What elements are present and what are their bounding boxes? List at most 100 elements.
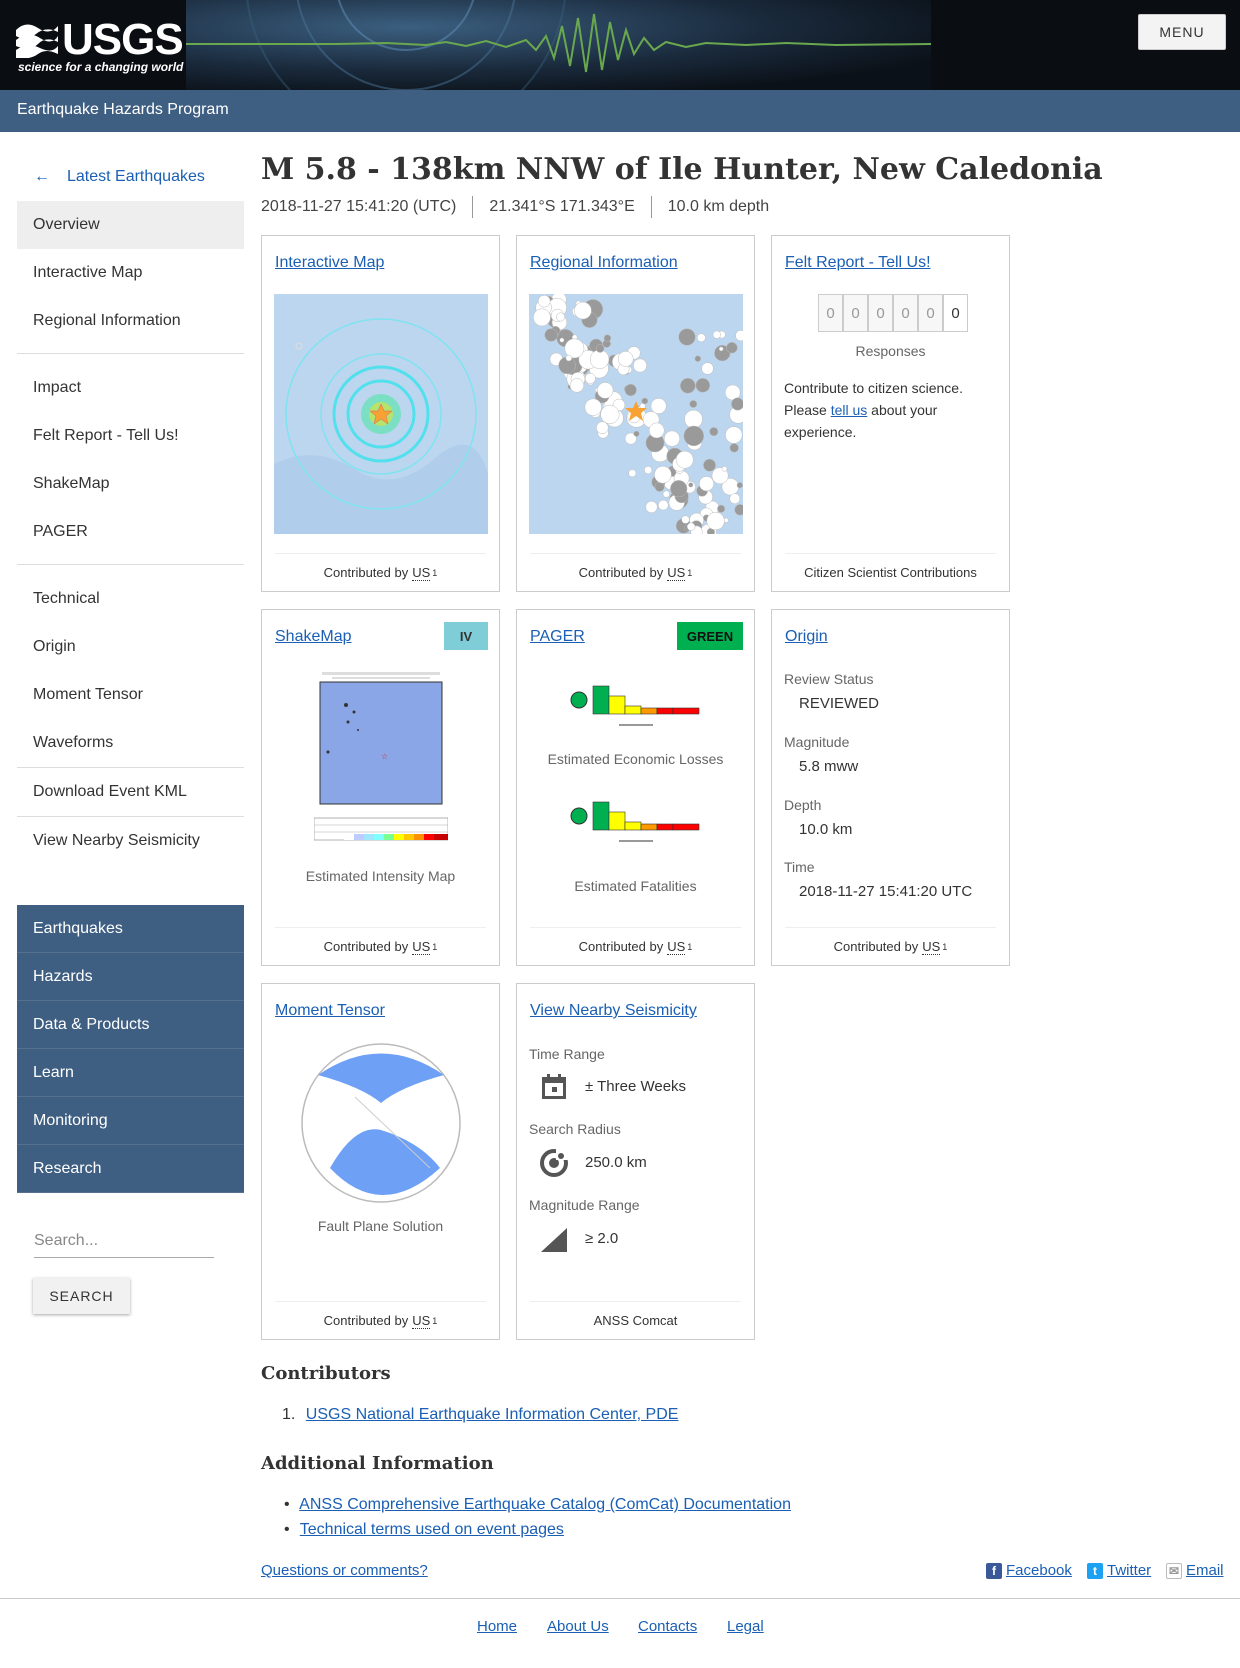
sidebar-item-nearby-seismicity[interactable]: View Nearby Seismicity	[17, 817, 244, 865]
sidebar-item-felt-report[interactable]: Felt Report - Tell Us!	[17, 412, 244, 460]
calendar-icon	[542, 1074, 566, 1099]
footer-legal-link[interactable]: Legal	[727, 1618, 764, 1635]
historic-earthquake-marker	[644, 466, 653, 475]
regional-information-link[interactable]: Regional Information	[530, 254, 678, 272]
pager-link[interactable]: PAGER	[530, 628, 585, 646]
menu-button[interactable]: MENU	[1138, 14, 1226, 50]
contributor-code: US	[667, 938, 686, 955]
footer-contacts-link[interactable]: Contacts	[638, 1618, 697, 1635]
back-label: Latest Earthquakes	[67, 168, 205, 185]
share-email[interactable]: ✉ Email	[1166, 1562, 1224, 1579]
review-status-value: REVIEWED	[799, 695, 880, 712]
event-time: 2018-11-27 15:41:20 (UTC)	[261, 198, 457, 215]
shakemap-thumbnail[interactable]: ☆	[314, 670, 448, 854]
historic-earthquake-marker	[628, 469, 637, 478]
card-footer: Contributed by US 1	[785, 927, 996, 965]
site-nav-research[interactable]: Research	[17, 1145, 244, 1193]
technical-terms-link[interactable]: Technical terms used on event pages	[300, 1521, 564, 1538]
contributor-code: US	[412, 938, 431, 955]
questions-link[interactable]: Questions or comments?	[261, 1562, 428, 1579]
search-input[interactable]	[34, 1224, 214, 1258]
additional-item: • Technical terms used on event pages	[284, 1521, 564, 1539]
origin-link[interactable]: Origin	[785, 628, 828, 646]
regional-seismicity-thumbnail[interactable]	[529, 294, 743, 534]
beachball-diagram[interactable]	[300, 1042, 462, 1204]
sidebar-item-waveforms[interactable]: Waveforms	[17, 719, 244, 767]
intensity-badge: IV	[444, 622, 488, 650]
historic-earthquake-marker	[574, 301, 592, 320]
historic-earthquake-marker	[639, 403, 646, 410]
twitter-icon: t	[1087, 1562, 1103, 1579]
site-nav-earthquakes[interactable]: Earthquakes	[17, 905, 244, 953]
tell-us-link[interactable]: tell us	[831, 402, 868, 418]
site-nav-data-products[interactable]: Data & Products	[17, 1001, 244, 1049]
footer-home-link[interactable]: Home	[477, 1618, 517, 1635]
seismogram-banner	[186, 0, 931, 90]
site-nav-hazards[interactable]: Hazards	[17, 953, 244, 1001]
fault-plane-caption: Fault Plane Solution	[317, 1218, 444, 1234]
sidebar-item-download-kml[interactable]: Download Event KML	[17, 768, 244, 816]
historic-earthquake-marker	[696, 333, 706, 343]
felt-report-card: Felt Report - Tell Us! 0 0 0 0 0 0 Respo…	[771, 235, 1010, 592]
response-digit: 0	[818, 294, 843, 332]
contributor-ref: 1	[432, 1315, 438, 1326]
comcat-docs-link[interactable]: ANSS Comprehensive Earthquake Catalog (C…	[299, 1496, 791, 1513]
interactive-map-thumbnail[interactable]	[274, 294, 488, 534]
historic-earthquake-marker	[537, 294, 551, 308]
regional-information-card: Regional Information Contributed by US 1	[516, 235, 755, 592]
search-button[interactable]: SEARCH	[33, 1278, 130, 1314]
sidebar-item-technical[interactable]: Technical	[17, 575, 244, 623]
share-facebook[interactable]: f Facebook	[986, 1562, 1072, 1579]
contributed-label: Contributed by	[323, 565, 409, 580]
historic-earthquake-marker	[633, 430, 640, 437]
sidebar-item-regional-information[interactable]: Regional Information	[17, 297, 244, 345]
program-bar: Earthquake Hazards Program	[0, 90, 1240, 132]
moment-tensor-link[interactable]: Moment Tensor	[275, 1002, 385, 1020]
interactive-map-link[interactable]: Interactive Map	[275, 254, 384, 272]
sidebar-item-impact[interactable]: Impact	[17, 364, 244, 412]
sidebar-item-origin[interactable]: Origin	[17, 623, 244, 671]
historic-earthquake-marker	[688, 482, 694, 488]
share-twitter[interactable]: t Twitter	[1087, 1562, 1151, 1579]
historic-earthquake-marker	[624, 383, 637, 397]
sidebar-item-interactive-map[interactable]: Interactive Map	[17, 249, 244, 297]
historic-earthquake-marker	[717, 504, 726, 513]
site-nav-monitoring[interactable]: Monitoring	[17, 1097, 244, 1145]
contributor-link[interactable]: USGS National Earthquake Information Cen…	[306, 1406, 679, 1423]
search-radius-value: 250.0 km	[585, 1154, 647, 1171]
magnitude-ramp-icon	[541, 1228, 567, 1252]
historic-earthquake-marker	[726, 342, 738, 354]
felt-description: Contribute to citizen science. Please te…	[784, 377, 994, 443]
footer-about-link[interactable]: About Us	[547, 1618, 609, 1635]
latest-earthquakes-link[interactable]: ← Latest Earthquakes	[17, 153, 244, 201]
historic-earthquake-marker	[731, 397, 743, 411]
sidebar-item-moment-tensor[interactable]: Moment Tensor	[17, 671, 244, 719]
historic-earthquake-marker	[641, 397, 649, 405]
felt-report-link[interactable]: Felt Report - Tell Us!	[785, 254, 931, 272]
usgs-logo[interactable]: USGS science for a changing world	[16, 16, 184, 76]
historic-earthquake-marker	[709, 427, 719, 437]
program-title[interactable]: Earthquake Hazards Program	[17, 101, 229, 119]
nearby-footer: ANSS Comcat	[530, 1301, 741, 1339]
card-footer: Contributed by US 1	[275, 553, 486, 591]
shakemap-link[interactable]: ShakeMap	[275, 628, 352, 646]
contributor-ref: 1	[687, 941, 693, 952]
contributor-code: US	[922, 938, 941, 955]
time-range-value: ± Three Weeks	[585, 1078, 687, 1095]
sidebar-divider	[17, 353, 244, 354]
moment-tensor-card: Moment Tensor Fault Plane Solution Contr…	[261, 983, 500, 1340]
nearby-seismicity-link[interactable]: View Nearby Seismicity	[530, 1002, 697, 1020]
share-facebook-label: Facebook	[1006, 1562, 1072, 1579]
sidebar-item-shakemap[interactable]: ShakeMap	[17, 460, 244, 508]
shakemap-caption: Estimated Intensity Map	[305, 868, 456, 884]
sidebar-item-pager[interactable]: PAGER	[17, 508, 244, 556]
historic-earthquake-marker	[595, 344, 605, 353]
depth-label: Depth	[784, 797, 822, 813]
email-icon: ✉	[1166, 1562, 1182, 1579]
historic-earthquake-marker	[703, 458, 716, 472]
bullet-icon: •	[284, 1496, 290, 1513]
facebook-icon: f	[986, 1562, 1002, 1579]
sidebar-item-overview[interactable]: Overview	[17, 201, 244, 249]
historic-earthquake-marker	[603, 334, 612, 342]
site-nav-learn[interactable]: Learn	[17, 1049, 244, 1097]
